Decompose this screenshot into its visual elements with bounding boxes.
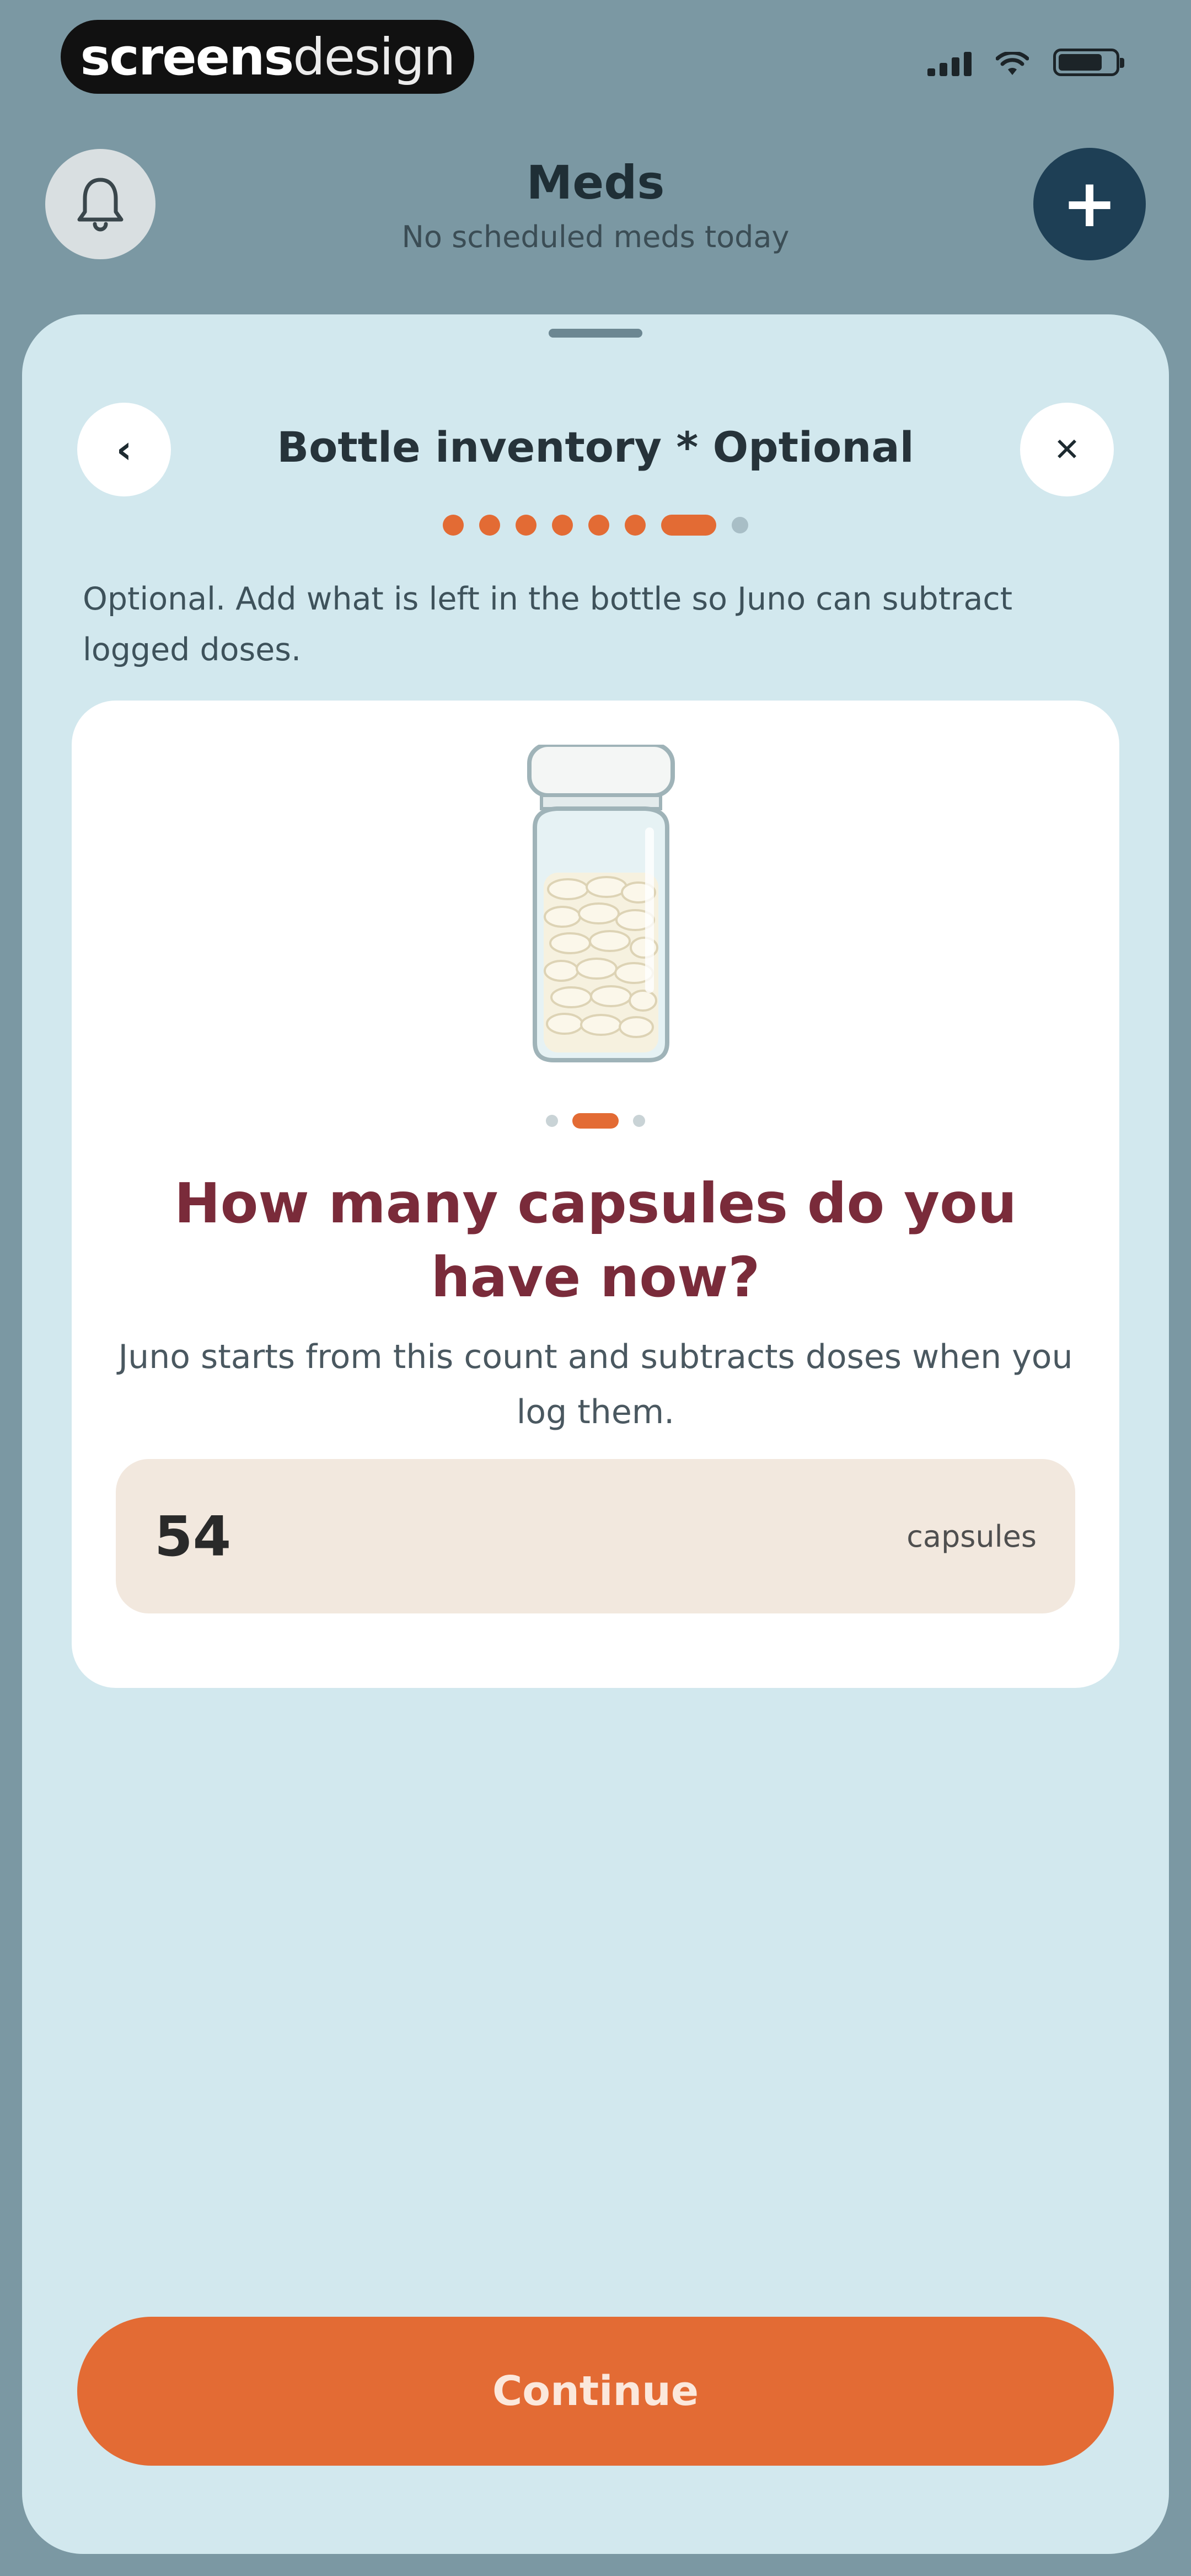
page-title: Meds <box>526 156 665 210</box>
progress-step-pending <box>732 517 748 533</box>
battery-icon <box>1053 49 1124 76</box>
bottom-sheet: ‹ Bottle inventory * Optional ✕ Optional… <box>22 314 1169 2554</box>
progress-step-current <box>661 515 716 536</box>
brand-part-2: design <box>293 27 455 87</box>
wifi-icon <box>996 52 1029 75</box>
illustration-pager <box>72 1113 1119 1129</box>
pager-dot[interactable] <box>546 1115 558 1127</box>
page-subtitle: No scheduled meds today <box>401 220 790 254</box>
inventory-card: How many capsules do you have now? Juno … <box>72 701 1119 1688</box>
progress-step <box>588 515 609 536</box>
question-helper-text: Juno starts from this count and subtract… <box>118 1338 1073 1431</box>
status-icons <box>927 49 1124 76</box>
pager-dot[interactable] <box>633 1115 645 1127</box>
progress-step <box>625 515 646 536</box>
capsule-count-value[interactable]: 54 <box>154 1504 231 1569</box>
plus-icon: + <box>1061 165 1118 242</box>
capsule-count-input[interactable]: 54 capsules <box>116 1459 1075 1613</box>
progress-step <box>516 515 537 536</box>
close-icon: ✕ <box>1053 431 1081 468</box>
capsule-count-unit: capsules <box>906 1519 1037 1554</box>
close-button[interactable]: ✕ <box>1020 403 1114 496</box>
question-heading: How many capsules do you have now? <box>174 1171 1017 1310</box>
signal-icon <box>927 52 972 76</box>
step-progress <box>22 515 1169 536</box>
pill-bottle-illustration <box>527 745 675 1062</box>
sheet-grabber[interactable] <box>549 329 642 338</box>
progress-step <box>552 515 573 536</box>
brand-watermark: screens design <box>61 20 474 94</box>
add-med-button[interactable]: + <box>1033 148 1146 260</box>
progress-step <box>443 515 464 536</box>
progress-step <box>479 515 500 536</box>
brand-part-1: screens <box>80 27 294 87</box>
continue-button[interactable]: Continue <box>77 2317 1114 2466</box>
sheet-title: Bottle inventory * Optional <box>277 423 914 472</box>
sheet-description: Optional. Add what is left in the bottle… <box>83 581 1013 668</box>
pager-dot-active[interactable] <box>572 1113 619 1129</box>
